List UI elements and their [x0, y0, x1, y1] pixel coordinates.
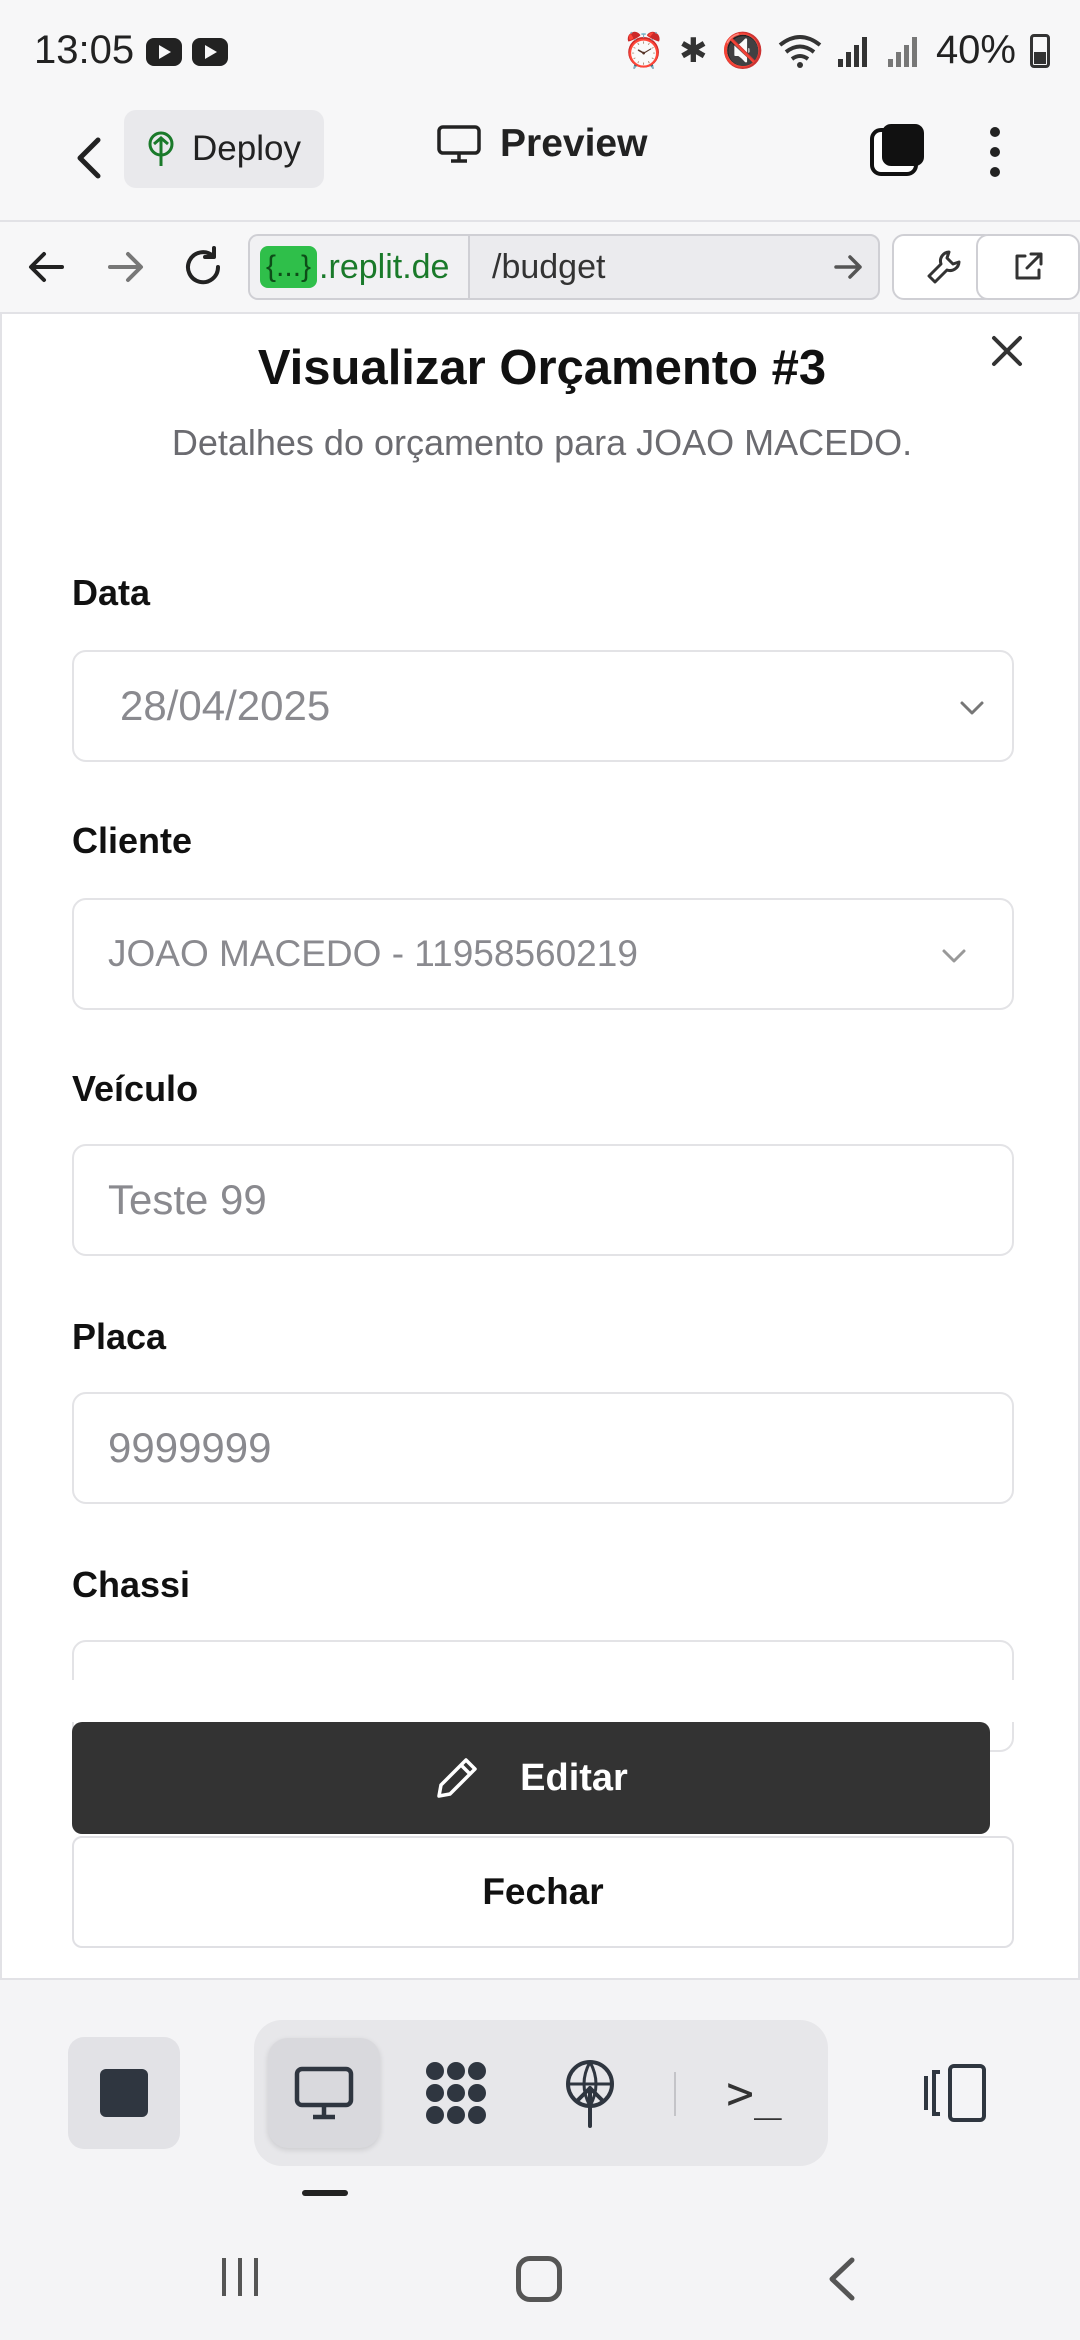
dialog-subtitle: Detalhes do orçamento para JOAO MACEDO.: [171, 422, 913, 463]
signal-icon-2: [887, 36, 917, 67]
more-options-icon[interactable]: [975, 122, 1015, 182]
battery-percent: 40%: [935, 28, 1016, 72]
tool-group: >_: [254, 2020, 828, 2166]
plate-field[interactable]: 9999999: [72, 1392, 1014, 1504]
status-icons: ⏰ ✱ 🔇 40%: [623, 28, 1050, 73]
alarm-icon: ⏰: [622, 31, 666, 70]
bluetooth-icon: ✱: [679, 31, 708, 70]
wrench-icon: [927, 250, 961, 284]
youtube-notification-icon: [146, 38, 182, 66]
url-chip: {...}: [260, 246, 318, 288]
close-label: Fechar: [482, 1871, 604, 1912]
chassi-label: Chassi: [72, 1564, 191, 1605]
url-path-input[interactable]: /budget: [470, 248, 818, 287]
signal-icon: [837, 36, 867, 67]
browser-back-icon[interactable]: [22, 242, 72, 292]
edit-button[interactable]: Editar: [72, 1722, 990, 1834]
client-select[interactable]: JOAO MACEDO - 11958560219: [72, 898, 1014, 1010]
recent-apps-icon[interactable]: [218, 2256, 262, 2298]
desktop-tool-button[interactable]: [268, 2038, 380, 2148]
cluster-tool-button[interactable]: [400, 2038, 512, 2148]
stop-icon: [100, 2069, 148, 2117]
system-navigation-bar: [0, 2220, 1080, 2340]
vehicle-field[interactable]: Teste 99: [72, 1144, 1014, 1256]
scroll-clip: [2, 1680, 1078, 1722]
deploy-icon: [148, 131, 174, 166]
url-host-text: .replit.de: [319, 247, 450, 286]
bottom-toolbar: >_: [0, 1980, 1080, 2220]
split-view-icon[interactable]: [920, 2062, 990, 2124]
cliente-label: Cliente: [72, 820, 193, 861]
back-chevron-icon[interactable]: [60, 128, 120, 188]
stop-button[interactable]: [68, 2037, 180, 2149]
monitor-icon: [437, 125, 481, 163]
preview-tab[interactable]: Preview: [436, 122, 647, 166]
status-bar: 13:05 ⏰ ✱ 🔇 40%: [0, 0, 1080, 100]
status-time: 13:05: [34, 28, 135, 72]
deploy-tool-button[interactable]: [534, 2038, 646, 2148]
wifi-icon: [778, 34, 822, 68]
tabs-icon[interactable]: [868, 120, 928, 180]
preview-label: Preview: [500, 122, 648, 165]
dialog-title: Visualizar Orçamento #3: [257, 341, 827, 395]
date-value: 28/04/2025: [120, 682, 331, 729]
system-back-icon[interactable]: [820, 2254, 864, 2304]
open-external-button[interactable]: [976, 234, 1080, 300]
url-bar[interactable]: {...} .replit.de /budget: [248, 234, 880, 300]
reload-icon[interactable]: [178, 242, 228, 292]
terminal-tool-button[interactable]: >_: [698, 2038, 810, 2148]
close-button[interactable]: Fechar: [72, 1836, 1014, 1948]
toolbar-divider: [674, 2072, 676, 2116]
home-icon[interactable]: [516, 2256, 562, 2302]
placa-label: Placa: [72, 1316, 167, 1357]
terminal-icon: >_: [726, 2066, 782, 2120]
veiculo-label: Veículo: [72, 1068, 199, 1109]
browser-bar: {...} .replit.de /budget: [0, 222, 1080, 314]
battery-icon: [1030, 33, 1050, 68]
date-field[interactable]: 28/04/2025: [72, 650, 1014, 762]
desktop-icon: [294, 2066, 354, 2120]
budget-dialog: Visualizar Orçamento #3 Detalhes do orça…: [0, 314, 1080, 1980]
chevron-down-icon: [960, 701, 984, 715]
url-host: {...} .replit.de: [250, 236, 470, 298]
browser-forward-icon[interactable]: [100, 242, 150, 292]
youtube-notification-icon: [192, 38, 228, 66]
mute-icon: 🔇: [721, 31, 764, 70]
app-header: Deploy Preview: [0, 100, 1080, 222]
cluster-icon: [426, 2062, 486, 2124]
deploy-icon: [566, 2060, 614, 2128]
vehicle-value: Teste 99: [108, 1176, 267, 1223]
deploy-button[interactable]: Deploy: [124, 110, 324, 188]
active-tab-indicator: [302, 2190, 348, 2196]
pencil-icon: [437, 1758, 477, 1798]
chevron-down-icon: [942, 949, 966, 963]
data-label: Data: [72, 572, 151, 613]
external-link-icon: [1015, 252, 1043, 280]
deploy-label: Deploy: [192, 129, 301, 168]
plate-value: 9999999: [108, 1424, 272, 1471]
client-value: JOAO MACEDO - 11958560219: [108, 933, 638, 974]
go-arrow-icon[interactable]: [818, 242, 878, 292]
edit-label: Editar: [520, 1756, 628, 1799]
